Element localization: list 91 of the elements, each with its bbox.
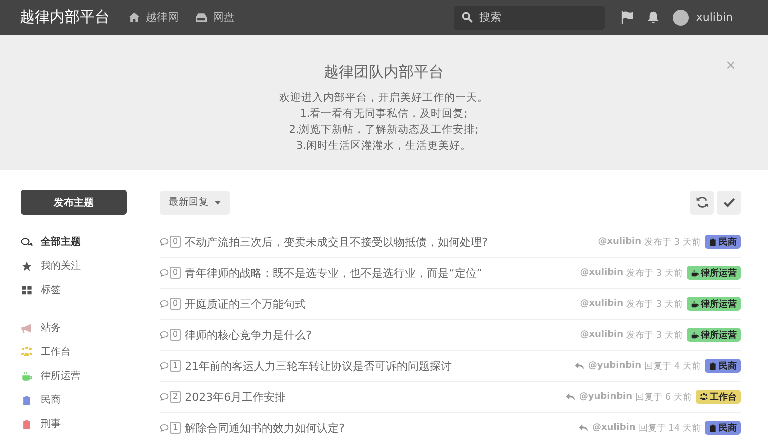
discussion-row[interactable]: 0 不动产流拍三次后，变卖未成交且不接受以物抵债，如何处理? @xulibin 发布于 3 天前 民商 — [160, 227, 741, 258]
nav-link[interactable]: 越律网 — [128, 10, 179, 25]
discussion-row[interactable]: 2 2023年6月工作安排 @yubinbin 回复于 6 天前 工作台 — [160, 382, 741, 413]
post-time: 回复于 4 天前 — [644, 360, 701, 372]
sidebar-tag[interactable]: 刑事 — [21, 412, 127, 436]
clipboard-icon — [709, 238, 717, 246]
reply-count: 1 — [170, 360, 182, 372]
sidebar-item[interactable]: 全部主题 — [21, 230, 127, 254]
megaphone-icon — [21, 322, 33, 334]
clipboard-icon — [709, 362, 717, 370]
sidebar-item[interactable]: 我的关注 — [21, 254, 127, 278]
post-time: 回复于 6 天前 — [636, 392, 692, 404]
grid-icon — [21, 284, 33, 296]
sidebar-tag[interactable]: 工作台 — [21, 340, 127, 364]
users-icon — [21, 346, 33, 358]
post-time: 发布于 3 天前 — [626, 298, 683, 310]
sidebar-item[interactable]: 标签 — [21, 278, 127, 302]
discussion-row[interactable]: 1 21年前的客运人力三轮车转让协议是否可诉的问题探讨 @yubinbin 回复于 4 天前 民商 — [160, 351, 741, 382]
banner-text: 3.闲时生活区灌灌水，生活更美好。 — [296, 139, 472, 154]
reply-count: 0 — [170, 236, 182, 248]
sort-dropdown[interactable]: 最新回复 — [160, 190, 230, 214]
discussion-title[interactable]: 律师的核心竞争力是什么? — [185, 328, 312, 342]
storage-icon — [195, 12, 208, 23]
banner-text: 1.看一看有无同事私信，及时回复; — [300, 107, 468, 122]
banner-text: 欢迎进入内部平台，开启美好工作的一天。 — [280, 91, 488, 106]
post-time: 回复于 14 天前 — [638, 422, 701, 434]
chat-icon — [21, 236, 33, 248]
clipboard-icon — [709, 424, 717, 432]
comment-icon — [160, 393, 169, 401]
username[interactable]: xulibin — [696, 11, 733, 24]
discussion-title[interactable]: 21年前的客运人力三轮车转让协议是否可诉的问题探讨 — [185, 358, 452, 374]
comment-icon — [160, 238, 169, 246]
mark-read-button[interactable] — [717, 190, 741, 214]
reply-count: 0 — [170, 329, 182, 341]
category-tag[interactable]: 民商 — [705, 359, 741, 373]
comment-icon — [160, 300, 169, 308]
category-tag[interactable]: 工作台 — [696, 390, 741, 404]
new-topic-button[interactable]: 发布主题 — [21, 190, 127, 215]
bell-icon[interactable] — [647, 11, 660, 24]
reply-icon — [566, 393, 576, 401]
refresh-button[interactable] — [690, 190, 714, 214]
cup-icon — [691, 268, 699, 278]
caret-icon — [215, 200, 221, 204]
nav-link[interactable]: 网盘 — [195, 10, 235, 25]
discussion-title[interactable]: 开庭质证的三个万能句式 — [185, 296, 306, 312]
category-tag[interactable]: 民商 — [705, 235, 741, 249]
reply-count: 0 — [170, 298, 182, 310]
comment-icon — [160, 362, 169, 370]
discussion-title[interactable]: 解除合同通知书的效力如何认定? — [185, 420, 345, 436]
reply-count: 2 — [170, 391, 182, 403]
discussion-row[interactable]: 1 解除合同通知书的效力如何认定? @xulibin 回复于 14 天前 民商 — [160, 413, 741, 443]
clipboard-icon — [21, 418, 33, 430]
site-logo[interactable]: 越律内部平台 — [20, 8, 110, 27]
discussion-row[interactable]: 0 律师的核心竞争力是什么? @xulibin 发布于 3 天前 律所运营 — [160, 320, 741, 351]
avatar[interactable] — [673, 10, 690, 26]
discussion-title[interactable]: 青年律师的战略：既不是选专业，也不是选行业，而是“定位” — [185, 266, 482, 280]
discussion-title[interactable]: 2023年6月工作安排 — [185, 390, 286, 404]
users-icon — [700, 392, 708, 402]
post-time: 发布于 3 天前 — [626, 268, 683, 280]
category-tag[interactable]: 律所运营 — [687, 266, 741, 280]
check-icon — [722, 196, 736, 209]
comment-icon — [160, 269, 169, 277]
search-icon — [462, 12, 474, 23]
cup-icon — [691, 330, 699, 340]
post-time: 发布于 3 天前 — [626, 330, 683, 342]
reply-count: 1 — [170, 422, 182, 434]
home-icon — [128, 12, 141, 23]
reply-icon — [575, 362, 586, 370]
clipboard-icon — [21, 394, 33, 406]
cup-icon — [691, 300, 699, 308]
comment-icon — [160, 424, 169, 432]
search-field[interactable]: 搜索 — [454, 6, 606, 30]
reply-count: 0 — [170, 267, 182, 279]
sidebar-tag[interactable]: 律所运营 — [21, 364, 127, 388]
category-tag[interactable]: 民商 — [705, 421, 741, 435]
discussion-row[interactable]: 0 开庭质证的三个万能句式 @xulibin 发布于 3 天前 律所运营 — [160, 289, 741, 320]
discussion-row[interactable]: 0 青年律师的战略：既不是选专业，也不是选行业，而是“定位” @xulibin 发布于 3 天前 律所运营 — [160, 258, 741, 289]
star-icon — [21, 260, 33, 272]
comment-icon — [160, 331, 169, 339]
category-tag[interactable]: 律所运营 — [687, 297, 741, 311]
banner-title: 越律团队内部平台 — [324, 63, 444, 82]
discussion-title[interactable]: 不动产流拍三次后，变卖未成交且不接受以物抵债，如何处理? — [185, 234, 488, 250]
banner-text: 2.浏览下新帖，了解新动态及工作安排; — [289, 123, 479, 138]
post-time: 发布于 3 天前 — [644, 236, 701, 248]
flag-icon[interactable] — [621, 11, 634, 24]
refresh-icon — [696, 196, 708, 209]
sidebar-tag[interactable]: 民商 — [21, 388, 127, 412]
category-tag[interactable]: 律所运营 — [687, 328, 741, 342]
cup-icon — [21, 370, 33, 382]
reply-icon — [579, 424, 590, 432]
sidebar-tag[interactable]: 站务 — [21, 316, 127, 340]
